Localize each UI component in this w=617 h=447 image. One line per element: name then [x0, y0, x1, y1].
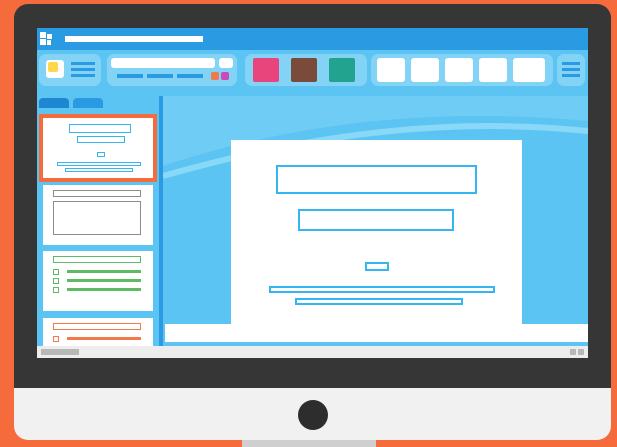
slide-text-line[interactable]	[295, 298, 463, 305]
italic-button[interactable]	[147, 74, 173, 78]
thumb-bullet	[53, 287, 59, 293]
layout-button[interactable]	[377, 58, 405, 82]
font-color-button[interactable]	[221, 72, 229, 80]
slide-thumbnail-3[interactable]	[43, 251, 153, 311]
menu-bar	[562, 68, 580, 71]
slide-thumbnail-1[interactable]	[39, 114, 157, 182]
thumb-line	[65, 168, 133, 172]
window-title-placeholder	[65, 36, 203, 42]
hamburger-menu-icon[interactable]	[557, 54, 585, 86]
thumb-list-line	[67, 288, 141, 291]
thumb-bullet	[53, 336, 59, 342]
speaker-notes-pane[interactable]	[165, 324, 588, 342]
paste-button[interactable]	[46, 60, 64, 78]
thumb-title-box	[53, 323, 141, 330]
monitor-stand	[242, 440, 376, 447]
slide-editor	[163, 96, 588, 346]
status-bar	[37, 346, 588, 358]
thumb-list-line	[67, 337, 141, 340]
clipboard-line	[71, 68, 95, 71]
highlight-color-button[interactable]	[211, 72, 219, 80]
view-sorter-icon[interactable]	[578, 349, 584, 355]
presentation-app-window	[37, 28, 588, 358]
font-name-dropdown[interactable]	[111, 58, 215, 68]
menu-bar	[562, 74, 580, 77]
thumb-bullet	[53, 278, 59, 284]
title-bar	[37, 28, 588, 50]
power-button[interactable]	[298, 400, 328, 430]
layout-buttons-group	[371, 54, 553, 86]
thumb-bullet	[53, 269, 59, 275]
bold-button[interactable]	[117, 74, 143, 78]
slide-small-placeholder[interactable]	[365, 262, 389, 271]
horizontal-scroll-thumb[interactable]	[41, 349, 79, 355]
clipboard-line	[71, 62, 95, 65]
tab-outline[interactable]	[73, 98, 103, 108]
layout-button[interactable]	[513, 58, 545, 82]
app-grid-logo-icon[interactable]	[40, 32, 54, 46]
font-group	[107, 54, 237, 86]
tab-slides[interactable]	[39, 98, 69, 108]
slides-panel	[37, 108, 161, 346]
thumb-list-line	[67, 279, 141, 282]
panel-tabs	[37, 98, 161, 108]
thumb-title-box	[53, 256, 141, 263]
font-size-dropdown[interactable]	[219, 58, 233, 68]
thumb-title-box	[69, 124, 131, 133]
thumb-content-box	[53, 201, 141, 235]
current-slide[interactable]	[231, 140, 522, 330]
slide-subtitle-placeholder[interactable]	[298, 209, 454, 231]
layout-button[interactable]	[479, 58, 507, 82]
slide-text-line[interactable]	[269, 286, 495, 293]
slide-thumbnail-2[interactable]	[43, 185, 153, 245]
layout-button[interactable]	[445, 58, 473, 82]
thumb-line	[57, 162, 141, 166]
clipboard-group	[39, 54, 101, 86]
style-swatch-brown[interactable]	[291, 58, 317, 82]
menu-bar	[562, 62, 580, 65]
thumb-title-box	[53, 190, 141, 197]
ribbon-toolbar	[37, 50, 588, 96]
view-normal-icon[interactable]	[570, 349, 576, 355]
layout-button[interactable]	[411, 58, 439, 82]
slide-thumbnail-4[interactable]	[43, 318, 153, 346]
clipboard-line	[71, 74, 95, 77]
slide-title-placeholder[interactable]	[276, 165, 477, 194]
style-swatch-pink[interactable]	[253, 58, 279, 82]
style-swatch-teal[interactable]	[329, 58, 355, 82]
thumb-list-line	[67, 270, 141, 273]
underline-button[interactable]	[177, 74, 203, 78]
style-swatches-group	[245, 54, 367, 86]
thumb-subtitle-box	[77, 136, 125, 143]
thumb-small-box	[97, 152, 105, 157]
